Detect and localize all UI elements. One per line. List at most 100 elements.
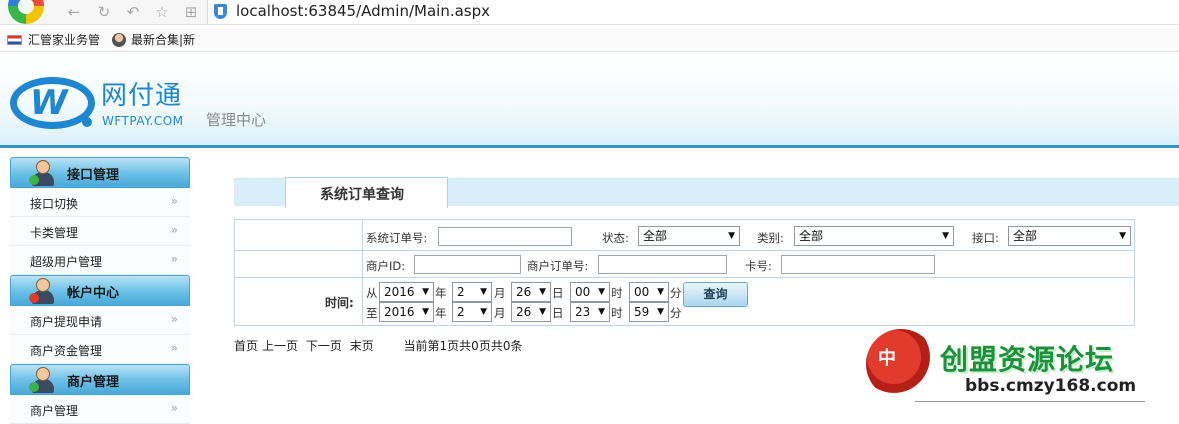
merchant-order-input[interactable] [598, 255, 727, 274]
to-day-select[interactable]: 26 ▼ [511, 302, 551, 322]
dropdown-arrow-icon: ▼ [598, 307, 605, 317]
dropdown-arrow-icon: ▼ [422, 287, 429, 297]
double-chevron-icon: » [170, 401, 178, 415]
status-select[interactable]: 全部 ▼ [638, 226, 740, 246]
dropdown-arrow-icon: ▼ [942, 231, 949, 241]
sidebar-item-label: 商户管理 [30, 404, 79, 418]
sidebar-item-withdrawals[interactable]: 商户提现申请 » [10, 306, 190, 335]
hour-unit-label: 时 [611, 286, 623, 300]
double-chevron-icon: » [170, 194, 178, 208]
type-select[interactable]: 全部 ▼ [794, 226, 954, 246]
merchant-id-input[interactable] [414, 255, 521, 274]
bookmark-item[interactable]: 汇管家业务管 [7, 31, 100, 48]
sidebar-item-label: 卡类管理 [30, 226, 79, 240]
sidebar-section-title: 接口管理 [67, 168, 120, 183]
sidebar-item-label: 商户提现申请 [30, 315, 103, 329]
select-value: 2016 [384, 305, 415, 319]
address-bar[interactable]: localhost:63845/Admin/Main.aspx [207, 0, 1179, 24]
from-hour-select[interactable]: 00 ▼ [570, 282, 610, 302]
card-no-input[interactable] [781, 255, 935, 274]
bookmarks-bar: 汇管家业务管 最新合集|新 [0, 25, 1179, 52]
select-value: 23 [575, 305, 591, 319]
from-label: 从 [366, 286, 378, 300]
pager-info: 当前第1页共0页共0条 [403, 339, 523, 353]
day-unit-label: 日 [552, 286, 564, 300]
sidebar-section-title: 帐户中心 [67, 286, 120, 301]
back-icon[interactable]: ← [64, 2, 84, 22]
from-day-select[interactable]: 26 ▼ [511, 282, 551, 302]
sidebar-item-label: 商户资金管理 [30, 344, 103, 358]
bookmark-item[interactable]: 最新合集|新 [112, 31, 195, 48]
watermark-url: bbs.cmzy168.com [965, 376, 1137, 396]
dropdown-arrow-icon: ▼ [539, 307, 546, 317]
sidebar-section-interface[interactable]: 接口管理 [10, 157, 190, 188]
minute-unit-label: 分 [670, 306, 682, 320]
pager-next-link[interactable]: 下一页 [306, 339, 342, 353]
select-value: 26 [516, 305, 532, 319]
tab-system-orders[interactable]: 系统订单查询 [285, 177, 448, 208]
select-value: 00 [634, 285, 650, 299]
interface-value: 全部 [1013, 229, 1038, 243]
status-label: 状态: [602, 231, 629, 245]
double-chevron-icon: » [170, 223, 178, 237]
to-year-select[interactable]: 2016 ▼ [379, 302, 434, 322]
sidebar-item-label: 超级用户管理 [30, 255, 103, 269]
watermark-logo-icon [866, 329, 936, 399]
sidebar-section-title: 商户管理 [67, 375, 120, 390]
type-value: 全部 [799, 229, 824, 243]
person-icon [112, 32, 126, 47]
interface-label: 接口: [972, 231, 999, 245]
dropdown-arrow-icon: ▼ [539, 287, 546, 297]
interface-select[interactable]: 全部 ▼ [1008, 226, 1131, 246]
bookmark-label: 汇管家业务管 [28, 33, 101, 47]
dropdown-arrow-icon: ▼ [1119, 231, 1126, 241]
dropdown-arrow-icon: ▼ [657, 307, 664, 317]
sidebar-item-funds[interactable]: 商户资金管理 » [10, 335, 190, 364]
dropdown-arrow-icon: ▼ [728, 231, 735, 241]
tab-label: 系统订单查询 [320, 187, 404, 203]
header-subtitle: 管理中心 [206, 111, 267, 129]
logo-dot-icon [82, 117, 92, 127]
merchant-order-label: 商户订单号: [527, 259, 589, 273]
dropdown-arrow-icon: ▼ [480, 287, 487, 297]
to-month-select[interactable]: 2 ▼ [452, 302, 492, 322]
star-icon[interactable]: ☆ [152, 2, 172, 22]
pager-prev-link[interactable]: 上一页 [262, 339, 298, 353]
flag-icon [7, 34, 22, 45]
watermark-title: 创盟资源论坛 [940, 343, 1115, 376]
dropdown-arrow-icon: ▼ [480, 307, 487, 317]
from-minute-select[interactable]: 00 ▼ [629, 282, 669, 302]
sidebar-item-interface-switch[interactable]: 接口切换 » [10, 188, 190, 217]
from-month-select[interactable]: 2 ▼ [452, 282, 492, 302]
page-header: W 网付通 WFTPAY.COM 管理中心 [0, 53, 1179, 148]
select-value: 2 [457, 285, 465, 299]
undo-icon[interactable]: ↶ [123, 2, 143, 22]
year-unit-label: 年 [435, 306, 447, 320]
sidebar-section-account[interactable]: 帐户中心 [10, 275, 190, 306]
sidebar-section-merchants[interactable]: 商户管理 [10, 364, 190, 395]
select-value: 59 [634, 305, 650, 319]
to-hour-select[interactable]: 23 ▼ [570, 302, 610, 322]
dropdown-arrow-icon: ▼ [422, 307, 429, 317]
from-year-select[interactable]: 2016 ▼ [379, 282, 434, 302]
query-button[interactable]: 查询 [683, 282, 748, 307]
time-label: 时间: [325, 296, 354, 310]
pager-last-link[interactable]: 末页 [350, 339, 374, 353]
year-unit-label: 年 [435, 286, 447, 300]
to-minute-select[interactable]: 59 ▼ [629, 302, 669, 322]
select-value: 2 [457, 305, 465, 319]
pager-first-link[interactable]: 首页 [234, 339, 258, 353]
sidebar-item-card-types[interactable]: 卡类管理 » [10, 217, 190, 246]
select-value: 2016 [384, 285, 415, 299]
grid-icon[interactable]: ⊞ [181, 2, 201, 22]
type-label: 类别: [757, 231, 784, 245]
user-shield-icon [29, 278, 57, 305]
double-chevron-icon: » [170, 312, 178, 326]
sidebar-item-merchant-management[interactable]: 商户管理 » [10, 395, 190, 424]
refresh-icon[interactable]: ↻ [94, 2, 114, 22]
browser-toolbar: ← ↻ ↶ ☆ ⊞ localhost:63845/Admin/Main.asp… [0, 0, 1179, 25]
order-no-input[interactable] [438, 227, 572, 246]
sidebar-item-superusers[interactable]: 超级用户管理 » [10, 246, 190, 275]
minute-unit-label: 分 [670, 286, 682, 300]
select-value: 00 [575, 285, 591, 299]
